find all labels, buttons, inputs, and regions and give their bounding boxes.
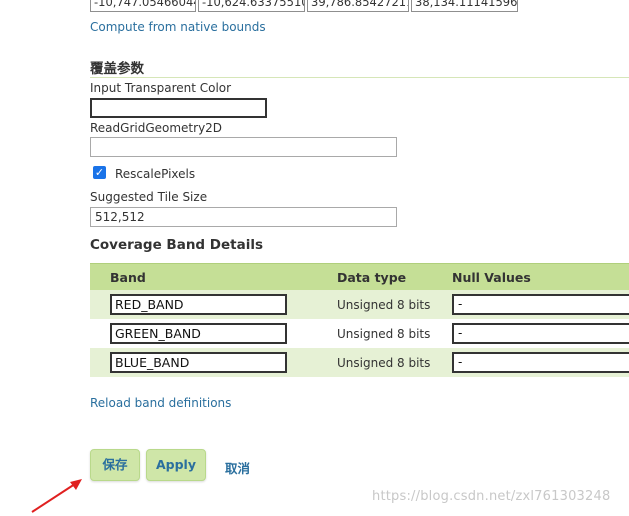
cancel-link[interactable]: 取消: [225, 458, 250, 477]
reload-band-definitions-link[interactable]: Reload band definitions: [90, 396, 231, 410]
watermark: https://blog.csdn.net/zxl761303248: [372, 489, 611, 504]
compute-native-bounds-link[interactable]: Compute from native bounds: [90, 20, 266, 34]
band-null-value-input[interactable]: -: [452, 352, 629, 373]
read-grid-geometry-label: ReadGridGeometry2D: [90, 121, 223, 135]
section-divider: [90, 77, 629, 78]
band-null-value-input[interactable]: -: [452, 323, 629, 344]
bounds-max-y-input[interactable]: 38,134.111415960: [411, 0, 518, 12]
read-grid-geometry-field[interactable]: [90, 137, 397, 157]
bounds-min-y-input[interactable]: 39,786.854272112: [307, 0, 409, 12]
rescale-pixels-checkbox[interactable]: ✓: [93, 166, 106, 179]
table-row: BLUE_BAND Unsigned 8 bits -: [90, 348, 629, 377]
bounds-max-x-input[interactable]: -10,624.63375510: [198, 0, 305, 12]
suggested-tile-size-field[interactable]: 512,512: [90, 207, 397, 227]
band-table-header: Band Data type Null Values: [90, 263, 629, 290]
data-type-column-header: Data type: [337, 270, 407, 285]
coverage-params-title: 覆盖参数: [90, 61, 144, 77]
band-name-input[interactable]: BLUE_BAND: [110, 352, 287, 373]
native-bounds-row: -10,747.05466044 -10,624.63375510 39,786…: [90, 0, 520, 14]
table-row: RED_BAND Unsigned 8 bits -: [90, 290, 629, 319]
band-column-header: Band: [110, 270, 146, 285]
band-name-input[interactable]: GREEN_BAND: [110, 323, 287, 344]
band-null-value-input[interactable]: -: [452, 294, 629, 315]
checkmark-icon: ✓: [94, 166, 105, 179]
input-transparent-color-label: Input Transparent Color: [90, 81, 232, 95]
band-data-type: Unsigned 8 bits: [337, 327, 431, 341]
suggested-tile-size-label: Suggested Tile Size: [90, 190, 208, 204]
red-arrow-icon: [31, 479, 82, 513]
bounds-min-x-input[interactable]: -10,747.05466044: [90, 0, 196, 12]
band-data-type: Unsigned 8 bits: [337, 356, 431, 370]
table-row: GREEN_BAND Unsigned 8 bits -: [90, 319, 629, 348]
apply-button[interactable]: Apply: [146, 449, 206, 481]
input-transparent-color-field[interactable]: [90, 98, 267, 118]
band-data-type: Unsigned 8 bits: [337, 298, 431, 312]
rescale-pixels-label: RescalePixels: [115, 167, 196, 181]
band-table: Band Data type Null Values RED_BAND Unsi…: [90, 263, 629, 377]
null-values-column-header: Null Values: [452, 270, 531, 285]
band-name-input[interactable]: RED_BAND: [110, 294, 287, 315]
save-button[interactable]: 保存: [90, 449, 140, 481]
band-details-title: Coverage Band Details: [90, 237, 264, 253]
